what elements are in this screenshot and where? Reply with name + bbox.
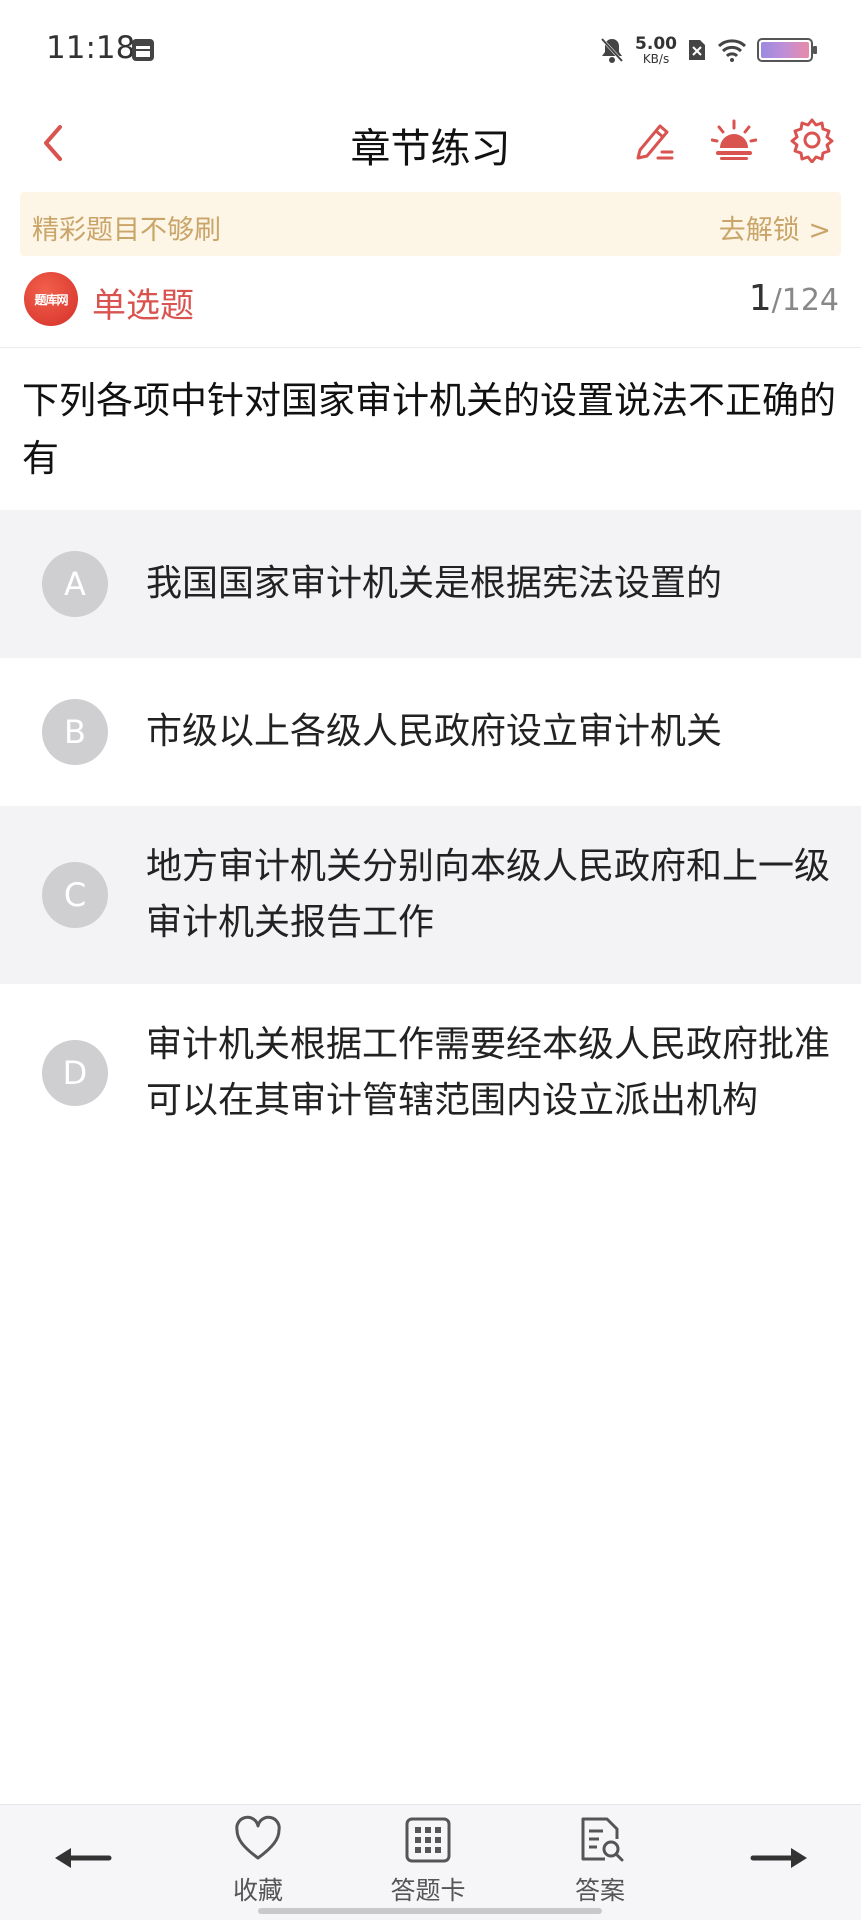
banner-text: 精彩题目不够刷 — [32, 215, 221, 246]
favorite-tab[interactable]: 收藏 — [198, 1815, 318, 1907]
header: 章节练习 — [0, 100, 861, 190]
option-letter-badge: B — [42, 699, 108, 765]
option-letter-badge: D — [42, 1040, 108, 1106]
favorite-label: 收藏 — [232, 1876, 283, 1905]
grid-icon — [405, 1817, 451, 1863]
document-search-icon — [581, 1817, 624, 1862]
network-speed-value: 5.00 — [635, 33, 677, 54]
night-mode-button[interactable] — [708, 114, 760, 166]
battery-icon — [757, 38, 817, 62]
option-text: 审计机关根据工作需要经本级人民政府批准可以在其审计管辖范围内设立派出机构 — [146, 1024, 831, 1121]
option-letter-badge: A — [42, 551, 108, 617]
answer-card-label: 答题卡 — [390, 1876, 466, 1905]
option-text: 地方审计机关分别向本级人民政府和上一级审计机关报告工作 — [146, 846, 831, 943]
question-type-label: 单选题 — [92, 286, 194, 326]
gear-icon — [790, 118, 834, 163]
network-speed: 5.00 KB/s — [635, 33, 677, 66]
question-type-row: 题库网 单选题 1/124 — [0, 268, 861, 348]
question-total: /124 — [771, 283, 839, 318]
unlock-banner[interactable]: 精彩题目不够刷 去解锁 > — [20, 192, 841, 256]
unlock-link[interactable]: 去解锁 > — [719, 208, 831, 247]
sim-off-icon — [689, 40, 705, 60]
previous-button[interactable] — [48, 1833, 118, 1883]
heart-icon — [235, 1815, 281, 1860]
edit-button[interactable] — [628, 114, 680, 166]
home-indicator[interactable] — [258, 1908, 602, 1914]
question-text: 下列各项中针对国家审计机关的设置说法不正确的有 — [22, 379, 836, 480]
network-speed-unit: KB/s — [642, 51, 670, 66]
next-button[interactable] — [744, 1833, 814, 1883]
wifi-icon — [717, 39, 747, 62]
option-letter-badge: C — [42, 862, 108, 928]
arrow-left-icon — [55, 1848, 112, 1868]
settings-button[interactable] — [786, 114, 838, 166]
answer-tab[interactable]: 答案 — [540, 1815, 660, 1907]
status-time: 11:18 — [46, 30, 136, 66]
status-icons: 5.00 KB/s — [599, 28, 817, 72]
option-text: 我国国家审计机关是根据宪法设置的 — [146, 563, 723, 604]
answer-label: 答案 — [574, 1876, 625, 1905]
option-c[interactable]: C 地方审计机关分别向本级人民政府和上一级审计机关报告工作 — [0, 806, 861, 984]
option-d[interactable]: D 审计机关根据工作需要经本级人民政府批准可以在其审计管辖范围内设立派出机构 — [0, 984, 861, 1162]
bell-muted-icon — [600, 37, 624, 63]
option-b[interactable]: B 市级以上各级人民政府设立审计机关 — [0, 658, 861, 806]
calendar-app-icon — [132, 39, 154, 61]
arrow-right-icon — [750, 1848, 807, 1868]
options-list: A 我国国家审计机关是根据宪法设置的 B 市级以上各级人民政府设立审计机关 C … — [0, 510, 861, 1162]
option-a[interactable]: A 我国国家审计机关是根据宪法设置的 — [0, 510, 861, 658]
bottom-bar: 收藏 答题卡 答案 — [0, 1804, 861, 1920]
sunset-icon — [711, 119, 757, 160]
question-current: 1 — [748, 278, 772, 319]
status-bar: 11:18 5.00 KB/s — [0, 0, 861, 100]
question-counter: 1/124 — [749, 278, 839, 319]
pencil-icon — [636, 124, 674, 160]
answer-card-tab[interactable]: 答题卡 — [368, 1815, 488, 1907]
app-logo: 题库网 — [24, 272, 78, 326]
option-text: 市级以上各级人民政府设立审计机关 — [146, 711, 723, 752]
